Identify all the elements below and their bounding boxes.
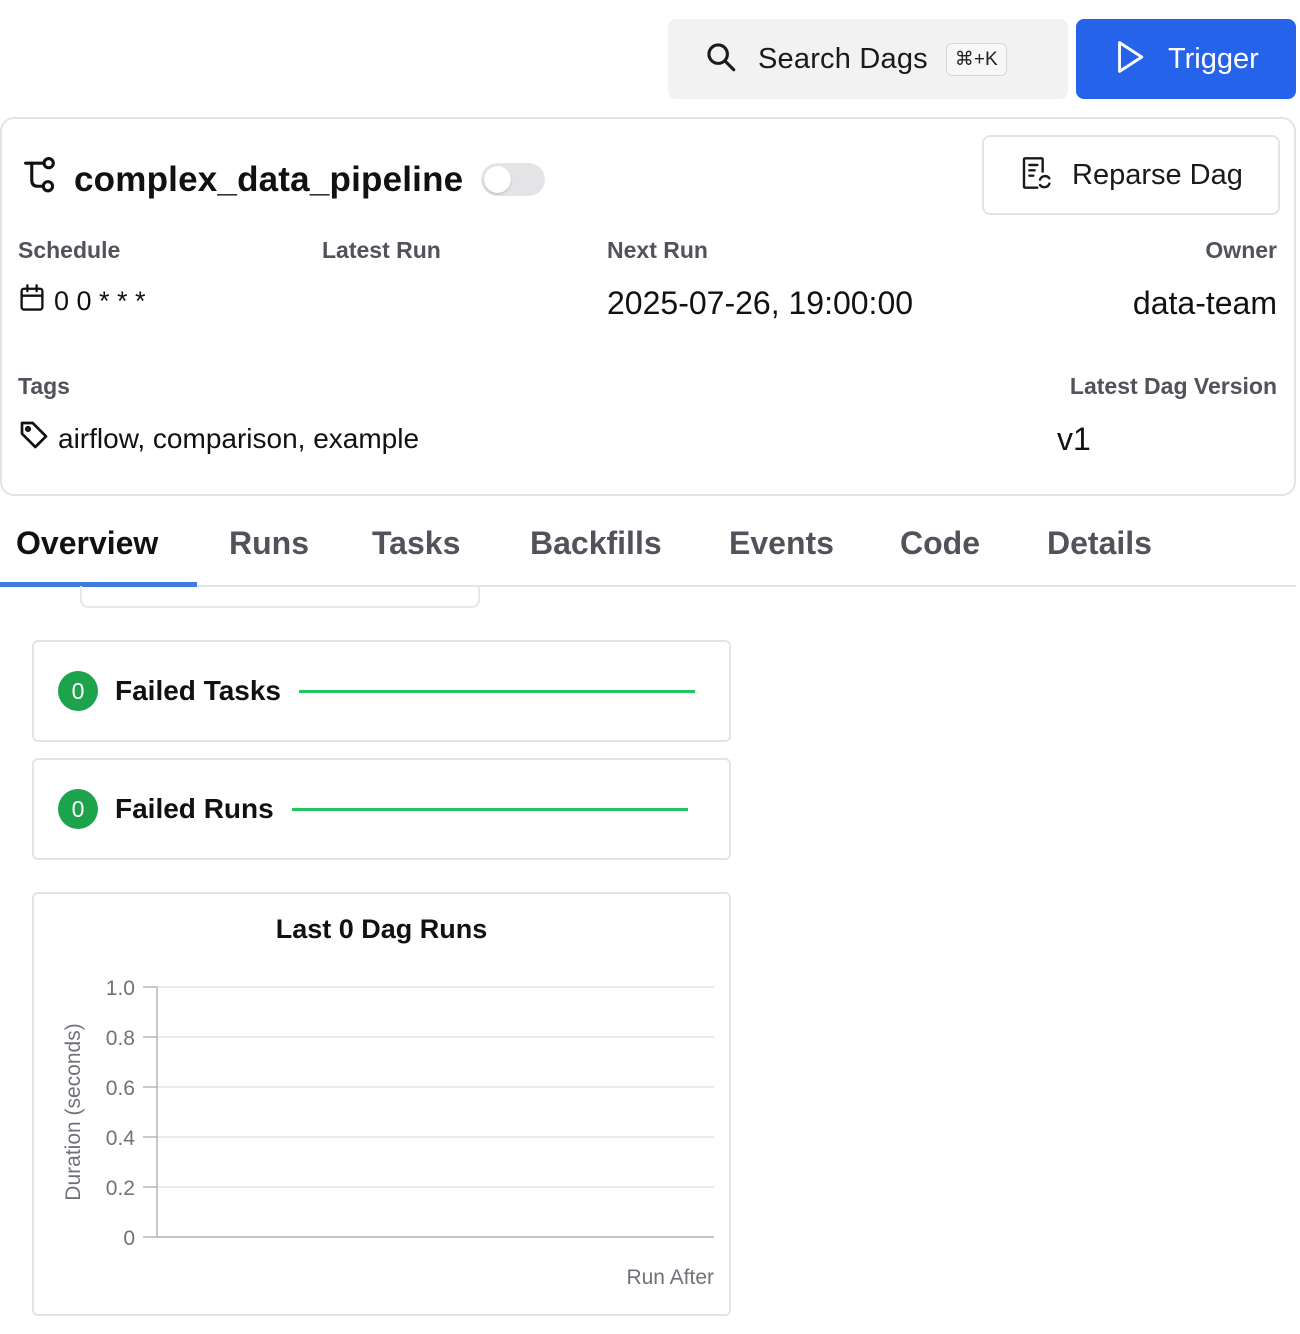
- tab-events[interactable]: Events: [729, 525, 834, 562]
- tab-runs[interactable]: Runs: [229, 525, 309, 562]
- schedule-value-row: 0 0 * * *: [18, 283, 146, 320]
- next-run-value: 2025-07-26, 19:00:00: [607, 285, 914, 321]
- chart-y-axis-label: Duration (seconds): [62, 1023, 85, 1200]
- search-dags-label: Search Dags: [758, 42, 928, 75]
- failed-runs-card[interactable]: 0 Failed Runs: [32, 758, 731, 860]
- trigger-label: Trigger: [1168, 42, 1259, 75]
- toggle-knob: [484, 166, 512, 193]
- file-refresh-icon: [1020, 155, 1052, 196]
- chart-y-tick-label: 0.8: [106, 1027, 135, 1050]
- scrolled-card-edge: [80, 586, 480, 608]
- latest-dag-version-value: v1: [1057, 421, 1091, 457]
- dag-title-row: complex_data_pipeline: [22, 157, 546, 202]
- reparse-dag-label: Reparse Dag: [1072, 158, 1243, 191]
- tab-tasks[interactable]: Tasks: [372, 525, 460, 562]
- next-run-label: Next Run: [607, 237, 708, 263]
- failed-runs-count: 0: [58, 789, 98, 829]
- schedule-label: Schedule: [18, 237, 121, 263]
- dag-title: complex_data_pipeline: [74, 159, 464, 199]
- tag-icon: [18, 419, 50, 458]
- search-dags-button[interactable]: Search Dags ⌘+K: [668, 19, 1068, 99]
- calendar-icon: [18, 283, 46, 320]
- failed-tasks-trend-line: [299, 689, 696, 693]
- owner-value: data-team: [1132, 285, 1277, 321]
- dag-tabs: Overview Runs Tasks Backfills Events Cod…: [0, 505, 1296, 587]
- dag-runs-chart-card: Last 0 Dag Runs 0 0.2 0.4 0.6 0.8 1.0 Duration…: [32, 892, 731, 1316]
- latest-dag-version-label: Latest Dag Version: [1069, 373, 1277, 399]
- failed-runs-label: Failed Runs: [115, 793, 274, 824]
- chart-x-axis-label: Run After: [626, 1266, 714, 1289]
- tab-backfills[interactable]: Backfills: [530, 525, 662, 562]
- tab-details[interactable]: Details: [1047, 525, 1152, 562]
- dag-runs-chart: 0 0.2 0.4 0.6 0.8 1.0 Duration (seconds) Run Af…: [62, 977, 714, 1289]
- latest-run-label: Latest Run: [322, 237, 441, 263]
- chart-y-tick-label: 0.6: [106, 1077, 135, 1100]
- play-icon: [1114, 40, 1146, 79]
- tab-overview[interactable]: Overview: [16, 525, 158, 562]
- chart-y-tick-label: 0.4: [106, 1127, 136, 1150]
- failed-tasks-card[interactable]: 0 Failed Tasks: [32, 640, 731, 742]
- tags-value: airflow, comparison, example: [58, 422, 420, 454]
- pause-toggle[interactable]: [481, 163, 546, 196]
- dag-header-card: complex_data_pipeline Reparse Dag Schedu…: [0, 117, 1296, 496]
- failed-tasks-label: Failed Tasks: [115, 675, 282, 706]
- owner-label: Owner: [1205, 237, 1277, 263]
- search-icon: [704, 40, 738, 79]
- chart-y-tick-label: 0.2: [106, 1177, 135, 1200]
- tags-label: Tags: [18, 373, 70, 399]
- dag-icon: [22, 157, 60, 202]
- failed-tasks-count: 0: [58, 671, 98, 711]
- failed-runs-trend-line: [291, 807, 688, 811]
- chart-y-tick-label: 0: [123, 1227, 135, 1250]
- reparse-dag-button[interactable]: Reparse Dag: [982, 135, 1280, 215]
- schedule-value: 0 0 * * *: [54, 286, 146, 316]
- trigger-button[interactable]: Trigger: [1076, 19, 1296, 99]
- tab-code[interactable]: Code: [900, 525, 980, 562]
- chart-y-tick-label: 1.0: [106, 977, 135, 1000]
- search-shortcut-badge: ⌘+K: [945, 42, 1007, 76]
- tags-value-row: airflow, comparison, example: [18, 419, 419, 458]
